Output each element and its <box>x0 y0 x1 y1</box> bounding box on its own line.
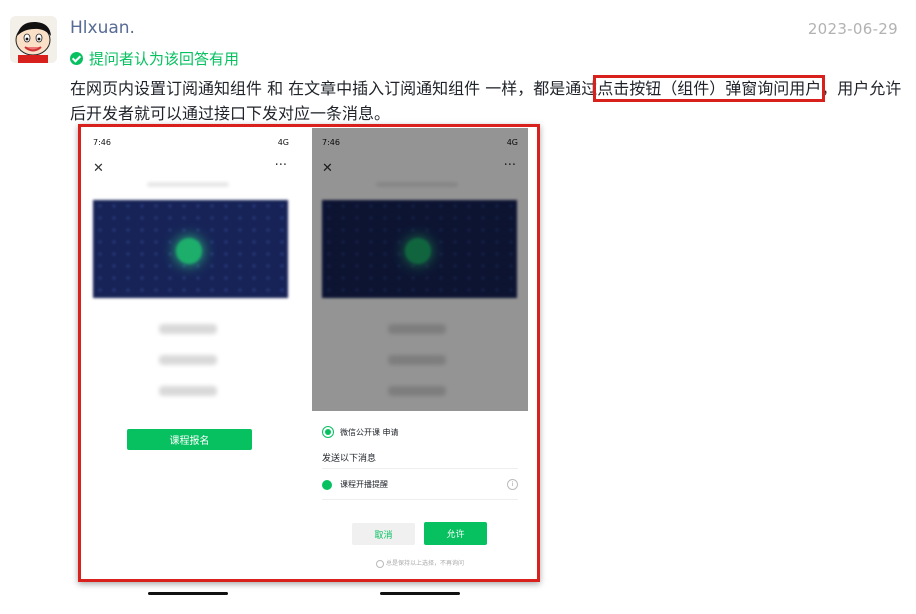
phone-screenshot-right[interactable]: 7:46 4G ✕ ··· 微信公开课 申请 发送以下消息 课程开播提醒 i 总… <box>312 128 528 574</box>
remember-label: 总是保持以上选择，不再询问 <box>385 560 464 567</box>
status-signal: 4G <box>277 138 289 147</box>
message-item[interactable]: 课程开播提醒 i <box>322 479 518 490</box>
blurred-url <box>147 182 229 187</box>
answer-text: 在网页内设置订阅通知组件 和 在文章中插入订阅通知组件 一样，都是通过点击按钮（… <box>70 75 902 126</box>
home-indicator-left <box>148 592 228 595</box>
dim-overlay <box>312 128 528 411</box>
home-indicator-right <box>380 592 460 595</box>
checked-icon[interactable] <box>322 479 332 490</box>
message-item-label: 课程开播提醒 <box>340 480 388 489</box>
answer-part-1: 在网页内设置订阅通知组件 和 在文章中插入订阅通知组件 一样，都是通过 <box>70 79 598 98</box>
phone-screenshot-left[interactable]: 7:46 4G ✕ ··· 课程报名 <box>83 128 299 574</box>
info-icon[interactable]: i <box>507 479 518 490</box>
status-time: 7:46 <box>93 138 111 147</box>
post-date: 2023-06-29 <box>807 20 898 38</box>
accepted-badge: 提问者认为该回答有用 <box>70 48 239 69</box>
sheet-app-row: 微信公开课 申请 <box>322 426 399 438</box>
sheet-title: 发送以下消息 <box>322 454 377 464</box>
enroll-button[interactable]: 课程报名 <box>127 429 252 450</box>
blurred-text <box>159 355 217 365</box>
blurred-banner <box>93 200 288 298</box>
status-bar: 7:46 4G <box>93 138 289 147</box>
close-icon[interactable]: ✕ <box>93 161 104 176</box>
accepted-label: 提问者认为该回答有用 <box>89 50 240 68</box>
divider <box>322 468 518 469</box>
answer-highlight: 点击按钮（组件）弹窗询问用户 <box>593 75 826 102</box>
blurred-text <box>159 324 217 334</box>
avatar[interactable] <box>10 16 57 63</box>
divider <box>322 499 518 500</box>
blurred-text <box>159 386 217 396</box>
username-link[interactable]: Hlxuan. <box>70 18 135 38</box>
wechat-class-icon <box>322 426 334 438</box>
allow-button[interactable]: 允许 <box>424 522 487 545</box>
remember-choice[interactable]: 总是保持以上选择，不再询问 <box>312 558 528 568</box>
check-circle-icon <box>70 52 83 65</box>
sheet-app-name: 微信公开课 申请 <box>340 427 399 437</box>
radio-icon[interactable] <box>376 559 385 568</box>
more-icon[interactable]: ··· <box>275 158 287 173</box>
cancel-button[interactable]: 取消 <box>352 523 415 545</box>
wechat-glow-icon <box>176 238 202 264</box>
subscribe-sheet: 微信公开课 申请 发送以下消息 课程开播提醒 i 总是保持以上选择，不再询问 <box>312 411 528 574</box>
